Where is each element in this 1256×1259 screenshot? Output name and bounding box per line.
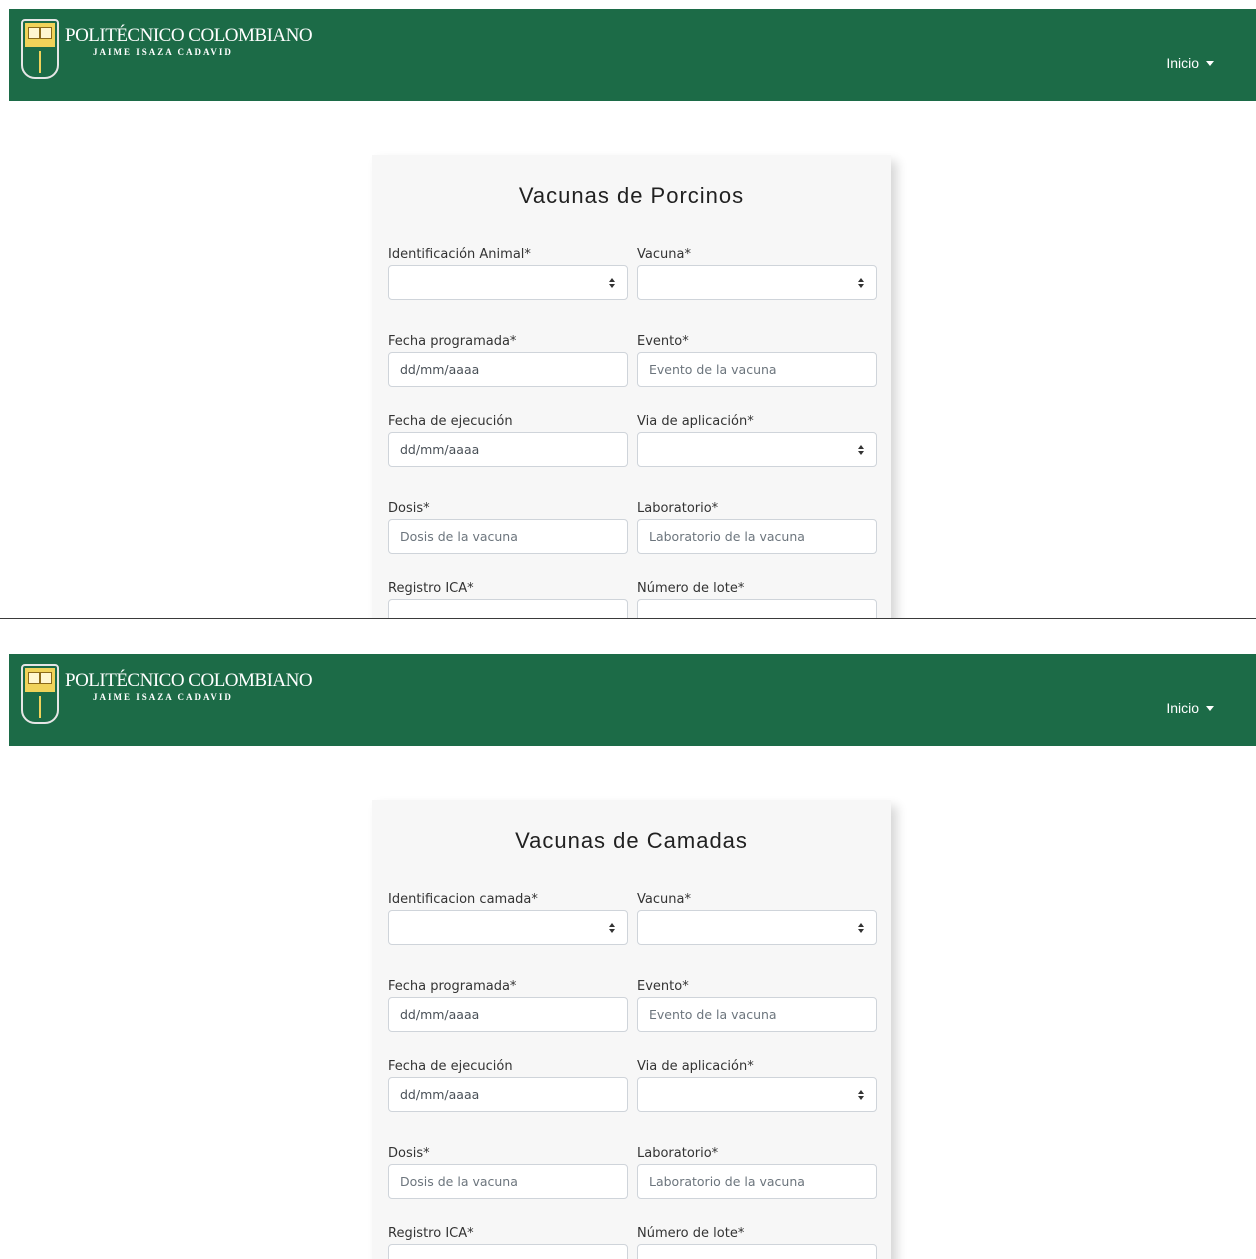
sort-icon <box>858 445 866 456</box>
divider <box>0 618 1256 619</box>
camada-id-select[interactable] <box>388 910 628 945</box>
brand-logo[interactable]: POLITÉCNICO COLOMBIANO JAIME ISAZA CADAV… <box>21 664 313 728</box>
inicio-label: Inicio <box>1166 700 1199 716</box>
vacuna-select[interactable] <box>637 265 877 300</box>
fecha-programada-input[interactable]: dd/mm/aaaa <box>388 997 628 1032</box>
field-label: Fecha programada* <box>388 334 517 349</box>
field-label: Dosis* <box>388 1146 430 1161</box>
sort-icon <box>609 923 617 934</box>
registro-ica-input[interactable] <box>388 1244 628 1259</box>
form-title: Vacunas de Camadas <box>515 828 748 853</box>
field-label: Identificacion camada* <box>388 892 538 907</box>
shield-icon <box>21 19 59 79</box>
field-label: Registro ICA* <box>388 581 474 596</box>
field-label: Fecha de ejecución <box>388 1059 513 1074</box>
field-label: Número de lote* <box>637 581 745 596</box>
sort-icon <box>609 278 617 289</box>
form-card: Vacunas de Porcinos Identificación Anima… <box>372 155 891 618</box>
fecha-ejecucion-input[interactable]: dd/mm/aaaa <box>388 1077 628 1112</box>
sort-icon <box>858 923 866 934</box>
registro-ica-input[interactable] <box>388 599 628 618</box>
screenshot-camadas: POLITÉCNICO COLOMBIANO JAIME ISAZA CADAV… <box>0 645 1256 1259</box>
caret-down-icon <box>1206 61 1214 66</box>
numero-lote-input[interactable] <box>637 599 877 618</box>
brand-name: POLITÉCNICO COLOMBIANO <box>65 670 313 691</box>
animal-id-select[interactable] <box>388 265 628 300</box>
brand-subtitle: JAIME ISAZA CADAVID <box>93 47 233 57</box>
brand-subtitle: JAIME ISAZA CADAVID <box>93 692 233 702</box>
inicio-label: Inicio <box>1166 55 1199 71</box>
vacuna-select[interactable] <box>637 910 877 945</box>
brand-name: POLITÉCNICO COLOMBIANO <box>65 25 313 46</box>
field-label: Fecha programada* <box>388 979 517 994</box>
via-aplicacion-select[interactable] <box>637 432 877 467</box>
laboratorio-input[interactable]: Laboratorio de la vacuna <box>637 519 877 554</box>
fecha-programada-input[interactable]: dd/mm/aaaa <box>388 352 628 387</box>
field-label: Via de aplicación* <box>637 1059 754 1074</box>
field-label: Laboratorio* <box>637 1146 719 1161</box>
navbar: POLITÉCNICO COLOMBIANO JAIME ISAZA CADAV… <box>9 654 1256 746</box>
field-label: Identificación Animal* <box>388 247 531 262</box>
field-label: Fecha de ejecución <box>388 414 513 429</box>
sort-icon <box>858 1090 866 1101</box>
screenshot-porcinos: POLITÉCNICO COLOMBIANO JAIME ISAZA CADAV… <box>0 0 1256 618</box>
sort-icon <box>858 278 866 289</box>
field-label: Vacuna* <box>637 247 691 262</box>
evento-input[interactable]: Evento de la vacuna <box>637 997 877 1032</box>
field-label: Registro ICA* <box>388 1226 474 1241</box>
field-label: Vacuna* <box>637 892 691 907</box>
caret-down-icon <box>1206 706 1214 711</box>
numero-lote-input[interactable] <box>637 1244 877 1259</box>
field-label: Dosis* <box>388 501 430 516</box>
evento-input[interactable]: Evento de la vacuna <box>637 352 877 387</box>
form-card: Vacunas de Camadas Identificacion camada… <box>372 800 891 1259</box>
field-label: Via de aplicación* <box>637 414 754 429</box>
field-label: Evento* <box>637 979 689 994</box>
shield-icon <box>21 664 59 724</box>
field-label: Número de lote* <box>637 1226 745 1241</box>
fecha-ejecucion-input[interactable]: dd/mm/aaaa <box>388 432 628 467</box>
laboratorio-input[interactable]: Laboratorio de la vacuna <box>637 1164 877 1199</box>
inicio-dropdown[interactable]: Inicio <box>1166 55 1214 71</box>
brand-logo[interactable]: POLITÉCNICO COLOMBIANO JAIME ISAZA CADAV… <box>21 19 313 83</box>
field-label: Evento* <box>637 334 689 349</box>
field-label: Laboratorio* <box>637 501 719 516</box>
dosis-input[interactable]: Dosis de la vacuna <box>388 1164 628 1199</box>
inicio-dropdown[interactable]: Inicio <box>1166 700 1214 716</box>
navbar: POLITÉCNICO COLOMBIANO JAIME ISAZA CADAV… <box>9 9 1256 101</box>
dosis-input[interactable]: Dosis de la vacuna <box>388 519 628 554</box>
via-aplicacion-select[interactable] <box>637 1077 877 1112</box>
form-title: Vacunas de Porcinos <box>518 183 745 208</box>
